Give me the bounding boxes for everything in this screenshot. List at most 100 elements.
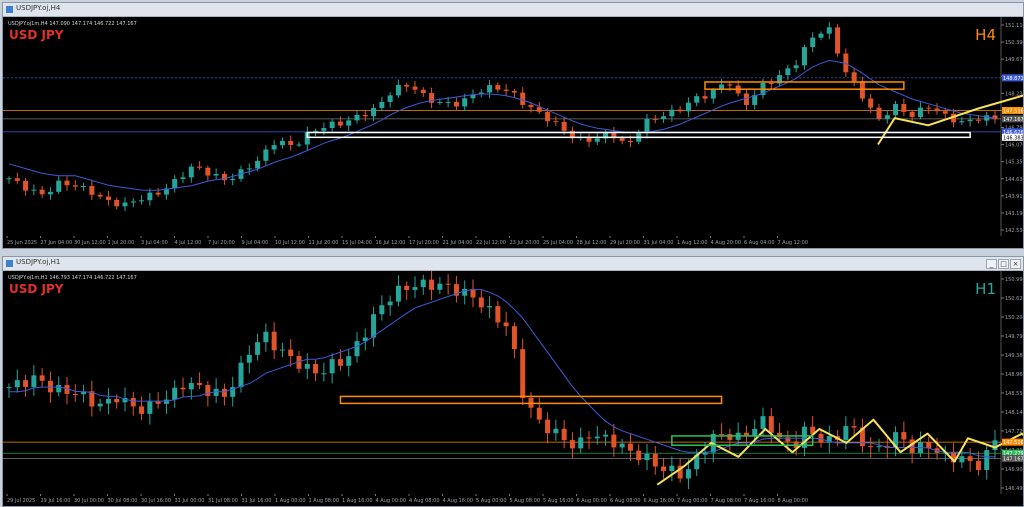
candle-body <box>478 297 484 308</box>
candle-body <box>627 443 633 451</box>
candle-body <box>263 331 269 343</box>
candle-body <box>72 393 78 395</box>
candle-body <box>420 279 426 288</box>
candle-body <box>984 450 990 470</box>
chart-h1[interactable]: USDJPY.oj1m,H1 146.793 147.174 146.722 1… <box>3 271 1023 506</box>
candle-body <box>652 118 658 120</box>
candle-body <box>445 101 451 103</box>
time-tick-label: 4 Aug 16:00 <box>443 498 474 504</box>
candle-body <box>652 453 658 467</box>
candle-body <box>321 373 327 375</box>
candle-body <box>851 426 857 428</box>
candle-body <box>619 443 625 448</box>
candle-body <box>97 403 103 407</box>
chart-window-h1[interactable]: USDJPY.oj,H1 _ □ × USDJPY.oj1m,H1 146.79… <box>2 256 1024 507</box>
candle-body <box>271 331 277 351</box>
minimize-icon[interactable]: _ <box>986 259 997 269</box>
candle-body <box>379 101 385 108</box>
time-tick-label: 16 Jul 12:00 <box>376 240 406 246</box>
candle-body <box>702 452 708 455</box>
candle-body <box>89 391 95 407</box>
time-tick-label: 1 Aug 12:00 <box>677 240 708 246</box>
candle-body <box>743 432 749 436</box>
candle-body <box>81 186 87 188</box>
chart-window-icon <box>6 260 13 267</box>
plot-background <box>3 17 1001 236</box>
candle-body <box>445 283 451 285</box>
time-tick-label: 4 Jul 12:00 <box>175 240 202 246</box>
candle-body <box>487 306 493 308</box>
candle-body <box>843 426 849 440</box>
price-tick-label: 143.190 <box>1005 211 1023 217</box>
candle-body <box>503 322 509 327</box>
time-tick-label: 21 Jul 04:00 <box>443 240 473 246</box>
candle-body <box>230 178 236 181</box>
candle-body <box>412 86 418 90</box>
candle-body <box>536 107 542 112</box>
candle-body <box>263 149 269 161</box>
candle-body <box>14 380 20 388</box>
time-tick-label: 17 Jul 20:00 <box>409 240 439 246</box>
title-bar[interactable]: USDJPY.oj,H4 <box>3 3 1023 17</box>
candle-body <box>495 306 501 323</box>
candle-body <box>238 362 244 388</box>
candle-body <box>942 111 948 114</box>
candle-body <box>213 173 219 176</box>
candle-body <box>901 432 907 440</box>
price-tick-label: 145.350 <box>1005 160 1023 166</box>
price-tick-label: 148.140 <box>1005 410 1023 416</box>
candle-body <box>727 434 733 440</box>
candle-body <box>884 115 890 119</box>
candle-body <box>793 65 799 69</box>
time-tick-label: 8 Aug 00:00 <box>778 498 809 504</box>
candle-body <box>304 363 310 369</box>
price-tick-label: 144.630 <box>1005 177 1023 183</box>
price-tick-label: 149.380 <box>1005 353 1023 359</box>
time-tick-label: 25 Jun 2025 <box>7 240 37 246</box>
candle-body <box>835 27 841 54</box>
candle-body <box>130 201 136 203</box>
candle-body <box>255 342 261 355</box>
candle-body <box>114 200 120 207</box>
candle-body <box>105 398 111 404</box>
candle-body <box>221 388 227 397</box>
chart-window-h4[interactable]: USDJPY.oj,H4 USDJPY.oj1m,H4 147.090 147.… <box>2 2 1024 249</box>
candle-body <box>395 285 401 302</box>
time-tick-label: 31 Jul 08:00 <box>208 498 238 504</box>
candle-body <box>395 84 401 96</box>
time-tick-label: 25 Jul 04:00 <box>543 240 573 246</box>
title-bar[interactable]: USDJPY.oj,H1 _ □ × <box>3 257 1023 271</box>
candle-body <box>868 446 874 448</box>
candle-body <box>255 160 261 169</box>
candle-body <box>23 380 29 387</box>
candle-body <box>89 186 95 195</box>
candle-body <box>636 450 642 461</box>
close-icon[interactable]: × <box>1010 259 1021 269</box>
time-tick-label: 29 Jul 2025 <box>7 498 35 504</box>
candle-body <box>801 47 807 66</box>
candle-body <box>14 178 20 181</box>
time-tick-label: 6 Aug 04:00 <box>744 240 775 246</box>
candle-body <box>669 465 675 472</box>
candle-body <box>379 305 385 315</box>
candle-body <box>967 456 973 461</box>
chart-header: USDJPY.oj1m,H1 146.793 147.174 146.722 1… <box>8 275 137 281</box>
candle-body <box>594 436 600 439</box>
candle-body <box>810 37 816 48</box>
price-label-text: 147.516 <box>1003 440 1023 446</box>
candle-body <box>959 121 965 123</box>
maximize-icon[interactable]: □ <box>998 259 1009 269</box>
candle-body <box>528 105 534 108</box>
candle-body <box>72 185 78 187</box>
candle-body <box>387 95 393 102</box>
symbol-label: USD JPY <box>9 28 64 42</box>
candle-body <box>39 375 45 381</box>
candle-body <box>553 121 559 123</box>
timeframe-label: H4 <box>975 26 996 44</box>
chart-h4[interactable]: USDJPY.oj1m,H4 147.090 147.174 146.722 1… <box>3 17 1023 248</box>
time-tick-label: 9 Jul 04:00 <box>242 240 269 246</box>
candle-body <box>188 166 194 178</box>
candle-body <box>337 359 343 366</box>
candle-body <box>627 140 633 142</box>
candle-body <box>917 107 923 117</box>
